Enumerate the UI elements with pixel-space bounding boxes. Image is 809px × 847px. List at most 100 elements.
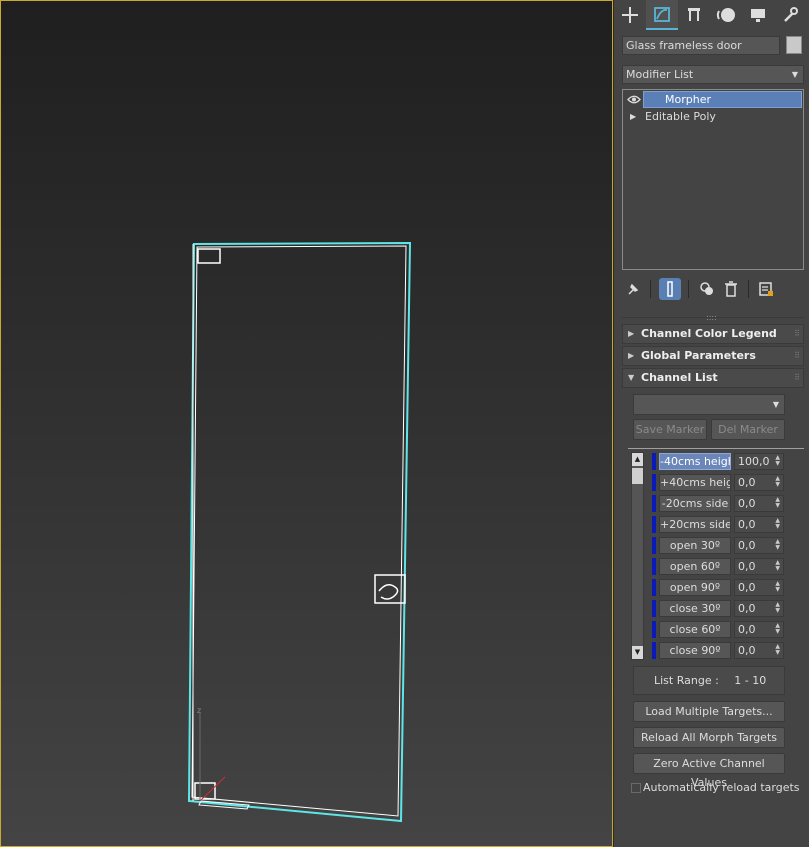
channel-name-button[interactable]: +40cms height (659, 474, 731, 491)
channel-row[interactable]: close 30º 0,0 ▲ ▼ (652, 600, 784, 617)
stack-item-label: Editable Poly (645, 110, 716, 123)
collapsed-arrow-icon: ▶ (628, 329, 635, 338)
configure-modifier-sets-button[interactable] (755, 278, 777, 300)
channel-value-spinner[interactable]: 0,0 ▲ ▼ (734, 516, 784, 533)
rollout-channel-color-legend[interactable]: ▶ Channel Color Legend ⠿ (622, 324, 804, 344)
channel-value-spinner[interactable]: 0,0 ▲ ▼ (734, 642, 784, 659)
scroll-down-icon[interactable]: ▼ (632, 646, 643, 659)
create-icon (622, 7, 638, 23)
list-range: List Range : 1 - 10 (633, 666, 785, 695)
scroll-thumb[interactable] (632, 468, 643, 484)
spinner-arrows-icon[interactable]: ▲ ▼ (775, 560, 780, 572)
zero-active-channel-values-button[interactable]: Zero Active Channel Values (633, 753, 785, 789)
channel-row[interactable]: -40cms height 100,0 ▲▼ (652, 453, 784, 470)
channel-color-bar (652, 558, 656, 575)
channel-row[interactable]: close 60º 0,0 ▲ ▼ (652, 621, 784, 638)
save-marker-button[interactable]: Save Marker (633, 419, 707, 440)
channel-value: 0,0 (738, 644, 756, 657)
spinner-arrows-icon[interactable]: ▲ ▼ (775, 497, 780, 509)
tab-motion[interactable] (710, 0, 742, 30)
channel-value: 0,0 (738, 560, 756, 573)
spinner-arrows-icon[interactable]: ▲ ▼ (775, 602, 780, 614)
tab-hierarchy[interactable] (678, 0, 710, 30)
chevron-down-icon: ▼ (772, 400, 779, 409)
channel-row[interactable]: +20cms side 0,0 ▲ ▼ (652, 516, 784, 533)
channel-row[interactable]: open 60º 0,0 ▲ ▼ (652, 558, 784, 575)
marker-dropdown[interactable]: ▼ (633, 394, 785, 415)
channel-value-spinner[interactable]: 0,0 ▲ ▼ (734, 537, 784, 554)
channel-name-button[interactable]: +20cms side (659, 516, 731, 533)
channel-value-spinner[interactable]: 0,0 ▲ ▼ (734, 621, 784, 638)
channel-name-button[interactable]: close 90º (659, 642, 731, 659)
list-range-value: 1 - 10 (734, 674, 767, 687)
spinner-arrows-icon[interactable]: ▲ ▼ (775, 644, 780, 656)
stack-item-editable-poly[interactable]: ▶ Editable Poly (623, 108, 803, 125)
channel-name-button[interactable]: close 30º (659, 600, 731, 617)
scroll-up-icon[interactable]: ▲ (632, 453, 643, 466)
tab-display[interactable] (742, 0, 774, 30)
modify-icon (654, 7, 670, 22)
channel-name-button[interactable]: open 60º (659, 558, 731, 575)
modifier-list-dropdown[interactable]: Modifier List ▼ (622, 65, 804, 84)
channel-color-bar (652, 642, 656, 659)
load-multiple-targets-button[interactable]: Load Multiple Targets... (633, 701, 785, 722)
expand-arrow-icon[interactable]: ▶ (630, 108, 636, 125)
resize-handle-icon[interactable]: :::: (706, 313, 717, 322)
door-wireframe: z (187, 241, 412, 823)
del-marker-button[interactable]: Del Marker (711, 419, 785, 440)
channel-row[interactable]: open 30º 0,0 ▲ ▼ (652, 537, 784, 554)
channel-scrollbar[interactable]: ▲ ▼ (631, 452, 644, 660)
object-name-field[interactable]: Glass frameless door (622, 36, 780, 55)
tab-modify[interactable] (646, 0, 678, 30)
spinner-arrows-icon[interactable]: ▲ ▼ (775, 518, 780, 530)
drag-handle-icon: ⠿ (794, 329, 800, 338)
channel-color-bar (652, 579, 656, 596)
spinner-arrows-icon[interactable]: ▲ ▼ (775, 581, 780, 593)
make-unique-button[interactable] (696, 278, 718, 300)
perspective-viewport[interactable]: z (0, 0, 613, 847)
channel-value: 0,0 (738, 602, 756, 615)
channel-name-button[interactable]: close 60º (659, 621, 731, 638)
channel-row[interactable]: +40cms height 0,0 ▲▼ (652, 474, 784, 491)
spinner-arrows-icon[interactable]: ▲ ▼ (775, 623, 780, 635)
auto-reload-checkbox[interactable] (631, 783, 641, 793)
tab-utilities[interactable] (774, 0, 806, 30)
command-tabs (614, 0, 809, 30)
make-unique-icon (700, 282, 713, 295)
spinner-arrows-icon[interactable]: ▲ ▼ (775, 539, 780, 551)
reload-all-morph-targets-button[interactable]: Reload All Morph Targets (633, 727, 785, 748)
list-range-label: List Range : (654, 674, 719, 687)
channel-color-bar (652, 453, 656, 470)
channel-name-button[interactable]: open 90º (659, 579, 731, 596)
channel-value-spinner[interactable]: 0,0 ▲ ▼ (734, 600, 784, 617)
channel-value-spinner[interactable]: 0,0 ▲ ▼ (734, 495, 784, 512)
channel-value: 0,0 (738, 497, 756, 510)
channel-row[interactable]: open 90º 0,0 ▲ ▼ (652, 579, 784, 596)
channel-row[interactable]: -20cms side 0,0 ▲ ▼ (652, 495, 784, 512)
eye-icon[interactable] (627, 94, 641, 105)
rollout-global-parameters[interactable]: ▶ Global Parameters ⠿ (622, 346, 804, 366)
channel-value-spinner[interactable]: 100,0 ▲ ▼ (734, 453, 784, 470)
pin-stack-button[interactable] (622, 278, 644, 300)
object-color-swatch[interactable] (786, 36, 802, 54)
channel-value: 0,0 (738, 581, 756, 594)
drag-handle-icon: ⠿ (794, 351, 800, 360)
channel-value-spinner[interactable]: 0,0 ▲ ▼ (734, 558, 784, 575)
show-end-result-button[interactable] (659, 278, 681, 300)
channel-name-button[interactable]: -20cms side (659, 495, 731, 512)
channel-name-button[interactable]: -40cms height (659, 453, 731, 470)
pin-icon (628, 283, 639, 295)
channel-row[interactable]: close 90º 0,0 ▲ ▼ (652, 642, 784, 659)
spinner-arrows-icon[interactable]: ▲ ▼ (775, 455, 780, 467)
channel-value-spinner[interactable]: 0,0 ▲ ▼ (734, 579, 784, 596)
tab-create[interactable] (614, 0, 646, 30)
drag-handle-icon: ⠿ (794, 373, 800, 382)
rollout-channel-list[interactable]: ▼ Channel List ⠿ (622, 368, 804, 388)
trash-icon (725, 281, 737, 297)
channel-name-button[interactable]: open 30º (659, 537, 731, 554)
stack-item-morpher[interactable]: Morpher (623, 91, 803, 108)
spinner-arrows-icon[interactable]: ▲ ▼ (775, 476, 780, 488)
remove-modifier-button[interactable] (720, 278, 742, 300)
channel-value-spinner[interactable]: 0,0 ▲ ▼ (734, 474, 784, 491)
modifier-stack[interactable]: Morpher ▶ Editable Poly (622, 89, 804, 270)
